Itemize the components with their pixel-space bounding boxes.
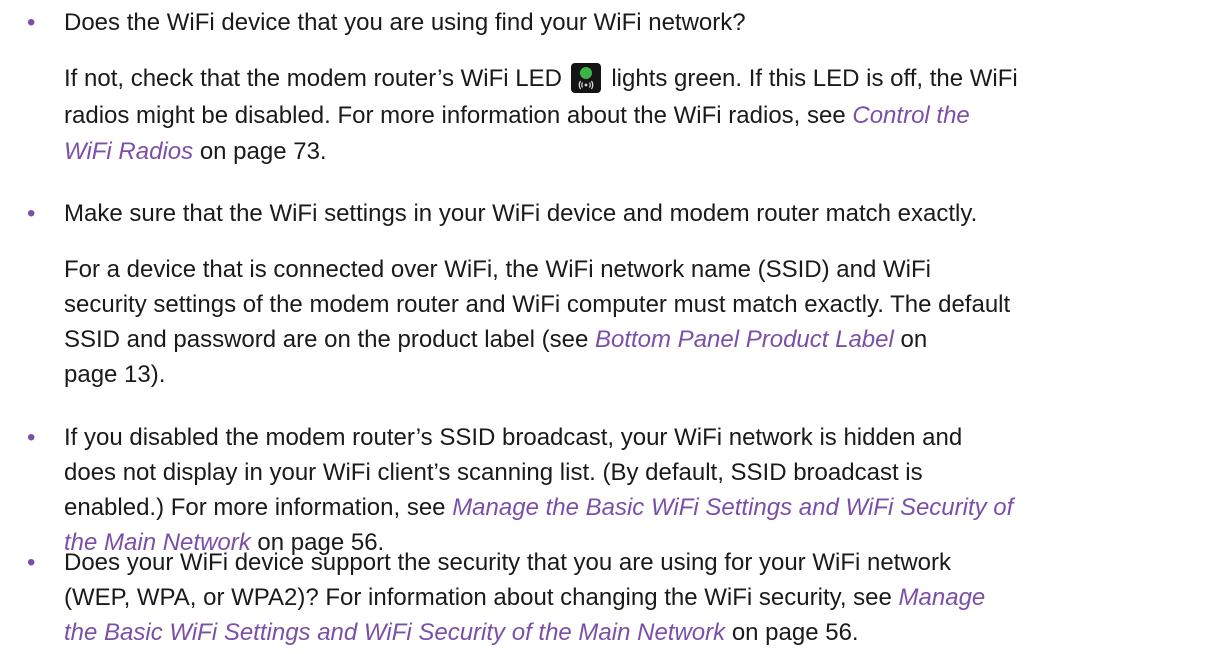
bullet-detail-line: For a device that is connected over WiFi… (64, 256, 931, 283)
bullet-marker: • (27, 549, 36, 576)
bullet-text-line: does not display in your WiFi client’s s… (64, 459, 923, 486)
bullet-marker: • (27, 424, 36, 451)
bullet-text-line: If you disabled the modem router’s SSID … (64, 424, 963, 451)
link-manage-wifi-security[interactable]: Manage (899, 584, 986, 611)
bullet-detail-line: SSID and password are on the product lab… (64, 326, 928, 353)
bullet-text-line: Does your WiFi device support the securi… (64, 549, 952, 576)
link-bottom-panel-product-label[interactable]: Bottom Panel Product Label (595, 326, 894, 353)
wifi-led-icon (570, 63, 601, 93)
bullet-text-line: the Basic WiFi Settings and WiFi Securit… (64, 619, 859, 646)
bullet-detail-line: security settings of the modem router an… (64, 291, 1011, 318)
bullet-marker: • (27, 200, 36, 227)
link-manage-basic-wifi-settings[interactable]: Manage the Basic WiFi Settings and WiFi … (452, 494, 1013, 521)
link-control-wifi-radios[interactable]: WiFi Radios (64, 138, 193, 165)
bullet-text-line: (WEP, WPA, or WPA2)? For information abo… (64, 584, 986, 611)
bullet-detail-line: WiFi Radios on page 73. (64, 138, 327, 165)
bullet-detail-line: If not, check that the modem router’s Wi… (64, 63, 1018, 93)
bullet-text-line: enabled.) For more information, see Mana… (64, 494, 1014, 521)
bullet-detail-line: radios might be disabled. For more infor… (64, 102, 970, 129)
bullet-detail-line: page 13). (64, 361, 166, 388)
bullet-question: Does the WiFi device that you are using … (64, 9, 746, 36)
bullet-question: Make sure that the WiFi settings in your… (64, 200, 978, 227)
link-control-wifi-radios[interactable]: Control the (852, 102, 969, 129)
troubleshooting-wifi-section: • Does the WiFi device that you are usin… (0, 0, 1207, 654)
link-manage-wifi-security[interactable]: the Basic WiFi Settings and WiFi Securit… (64, 619, 725, 646)
bullet-marker: • (27, 9, 36, 36)
